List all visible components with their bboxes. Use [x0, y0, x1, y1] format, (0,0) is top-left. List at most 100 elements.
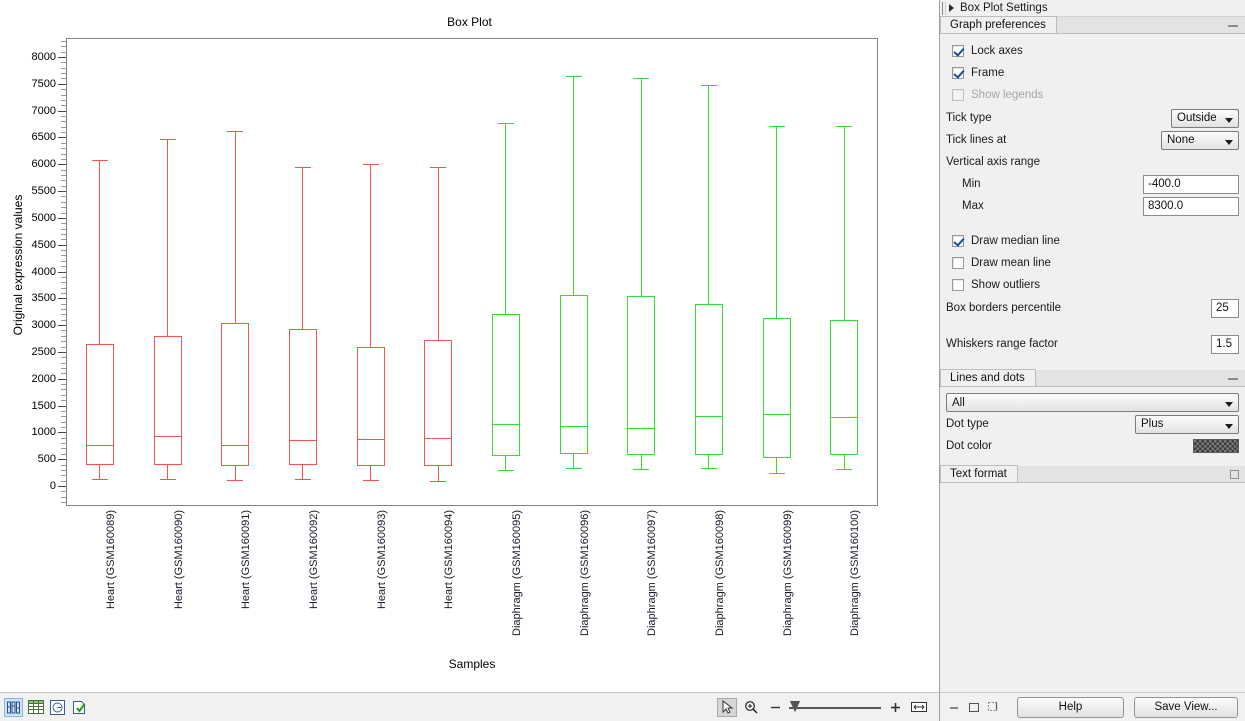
zoom-slider[interactable]: [789, 701, 881, 713]
y-axis-ticks: 0500100015002000250030003500400045005000…: [0, 38, 66, 506]
restore-icon[interactable]: [967, 701, 980, 714]
expand-triangle-icon[interactable]: [949, 4, 954, 12]
y-axis-tick-label: 4000: [32, 266, 56, 278]
box-plot-box[interactable]: [627, 38, 655, 506]
collapse-icon[interactable]: [1228, 378, 1238, 380]
dock-icon[interactable]: [986, 701, 999, 714]
box-plot-box[interactable]: [695, 38, 723, 506]
lower-whisker-stem: [844, 455, 845, 468]
fit-width-icon[interactable]: [909, 698, 929, 717]
lower-whisker-cap: [160, 479, 176, 480]
lock-axes-row[interactable]: Lock axes: [946, 40, 1239, 62]
whiskers-range-factor-value: 1.5: [1216, 338, 1232, 350]
zoom-in-icon[interactable]: [741, 698, 761, 717]
table-view-icon[interactable]: [26, 698, 45, 717]
y-axis-tick-label: 1500: [32, 400, 56, 412]
zoom-out-minus-icon[interactable]: [765, 698, 785, 717]
draw-median-line-row[interactable]: Draw median line: [946, 230, 1239, 252]
selection-arrow-icon[interactable]: [717, 698, 737, 717]
tick-lines-at-select[interactable]: None: [1161, 131, 1239, 150]
box-plot-box[interactable]: [830, 38, 858, 506]
dot-type-value: Plus: [1141, 418, 1163, 430]
lock-axes-checkbox[interactable]: [952, 45, 964, 57]
tick-type-select[interactable]: Outside: [1171, 109, 1239, 128]
lines-and-dots-selector[interactable]: All: [946, 393, 1239, 412]
axis-max-input[interactable]: 8300.0: [1143, 197, 1239, 216]
expand-icon[interactable]: [1230, 470, 1239, 479]
axis-min-input[interactable]: -400.0: [1143, 175, 1239, 194]
interquartile-box: [357, 347, 385, 466]
box-plot-box[interactable]: [560, 38, 588, 506]
box-plot-box[interactable]: [357, 38, 385, 506]
upper-whisker-stem: [573, 76, 574, 294]
median-line: [357, 439, 385, 440]
help-button[interactable]: Help: [1017, 697, 1124, 718]
show-legends-label: Show legends: [971, 89, 1043, 101]
median-line: [289, 440, 317, 441]
x-axis-title: Samples: [66, 657, 878, 671]
lower-whisker-stem: [235, 466, 236, 480]
upper-whisker-cap: [498, 123, 514, 124]
whiskers-range-factor-input[interactable]: 1.5: [1211, 335, 1239, 354]
x-axis-tick-label: Diaphragm (GSM160099): [782, 510, 794, 636]
show-outliers-row[interactable]: Show outliers: [946, 274, 1239, 296]
tab-text-format[interactable]: Text format: [940, 465, 1018, 482]
report-view-icon[interactable]: [70, 698, 89, 717]
box-plot-box[interactable]: [763, 38, 791, 506]
interquartile-box: [560, 295, 588, 455]
median-line: [492, 424, 520, 425]
show-outliers-label: Show outliers: [971, 279, 1040, 291]
interquartile-box: [492, 314, 520, 456]
frame-row[interactable]: Frame: [946, 62, 1239, 84]
tab-graph-preferences[interactable]: Graph preferences: [940, 16, 1057, 33]
tab-lines-and-dots[interactable]: Lines and dots: [940, 369, 1036, 386]
median-line: [695, 416, 723, 417]
show-outliers-checkbox[interactable]: [952, 279, 964, 291]
box-plot-box[interactable]: [86, 38, 114, 506]
draw-mean-line-checkbox[interactable]: [952, 257, 964, 269]
dot-color-swatch[interactable]: [1193, 439, 1239, 453]
zoom-slider-thumb[interactable]: [790, 701, 800, 712]
settings-side-panel: Box Plot Settings Graph preferences Lock…: [939, 0, 1245, 721]
draw-mean-line-row[interactable]: Draw mean line: [946, 252, 1239, 274]
y-axis-tick-label: 1000: [32, 426, 56, 438]
frame-checkbox[interactable]: [952, 67, 964, 79]
save-view-button[interactable]: Save View...: [1134, 697, 1238, 718]
lower-whisker-stem: [573, 454, 574, 468]
y-axis-tick-label: 7500: [32, 78, 56, 90]
box-borders-percentile-input[interactable]: 25: [1211, 299, 1239, 318]
y-axis-tick-label: 2500: [32, 346, 56, 358]
y-axis-tick-label: 500: [38, 453, 56, 465]
box-plot-box[interactable]: [492, 38, 520, 506]
panel-header-title: Box Plot Settings: [960, 2, 1048, 14]
draw-median-line-checkbox[interactable]: [952, 235, 964, 247]
dot-color-row: Dot color: [946, 436, 1239, 456]
upper-whisker-cap: [701, 85, 717, 86]
info-view-icon[interactable]: [48, 698, 67, 717]
x-axis-tick-label: Heart (GSM160092): [308, 510, 320, 609]
vertical-axis-range-row: Vertical axis range: [946, 152, 1239, 172]
box-plot-view-icon[interactable]: [4, 698, 23, 717]
axis-max-value: 8300.0: [1148, 200, 1183, 212]
whiskers-range-factor-row: Whiskers range factor 1.5: [946, 334, 1239, 354]
box-plot-box[interactable]: [221, 38, 249, 506]
chevron-down-icon: [1225, 118, 1233, 123]
x-axis-tick-label: Heart (GSM160091): [240, 510, 252, 609]
y-axis-tick-label: 5500: [32, 185, 56, 197]
lower-whisker-stem: [167, 465, 168, 479]
upper-whisker-cap: [363, 164, 379, 165]
box-plot-box[interactable]: [289, 38, 317, 506]
box-borders-percentile-value: 25: [1216, 302, 1229, 314]
interquartile-box: [86, 344, 114, 465]
box-plot-box[interactable]: [154, 38, 182, 506]
y-axis-tick: [58, 218, 66, 219]
lower-whisker-stem: [438, 466, 439, 480]
upper-whisker-stem: [708, 85, 709, 304]
page-title: Box Plot: [0, 15, 939, 29]
minimize-icon[interactable]: [948, 701, 961, 714]
box-plot-box[interactable]: [424, 38, 452, 506]
dot-type-select[interactable]: Plus: [1135, 415, 1239, 434]
collapse-icon[interactable]: [1228, 25, 1238, 27]
zoom-in-plus-icon[interactable]: [885, 698, 905, 717]
y-axis-tick: [58, 352, 66, 353]
